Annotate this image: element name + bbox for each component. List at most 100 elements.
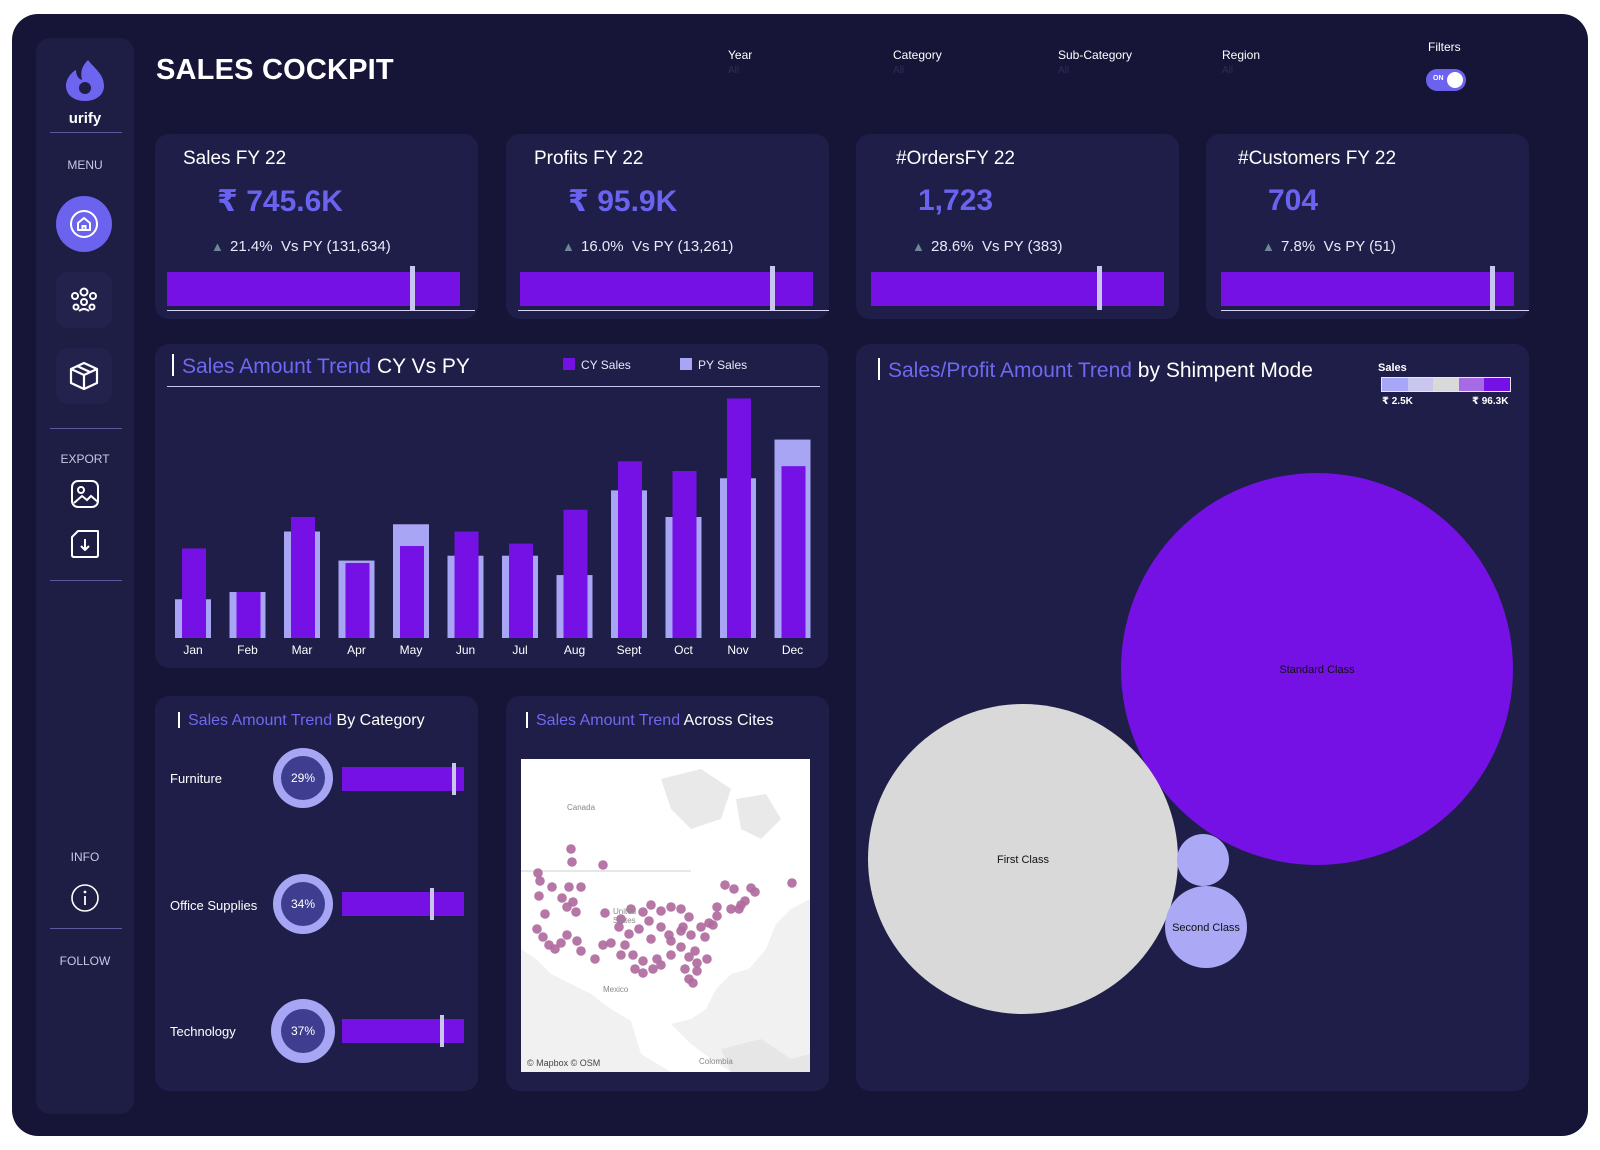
city-point[interactable]: [656, 922, 666, 932]
info-button[interactable]: [69, 882, 101, 914]
city-point[interactable]: [690, 946, 700, 956]
city-point[interactable]: [684, 912, 694, 922]
city-point[interactable]: [787, 878, 797, 888]
city-point[interactable]: [535, 876, 545, 886]
city-point[interactable]: [726, 904, 736, 914]
city-point[interactable]: [628, 950, 638, 960]
cy-sales-bar[interactable]: [563, 509, 588, 638]
city-point[interactable]: [566, 844, 576, 854]
city-point[interactable]: [700, 932, 710, 942]
category-bar[interactable]: [342, 892, 464, 916]
city-point[interactable]: [638, 956, 648, 966]
x-tick-label: Jan: [183, 643, 202, 657]
city-point[interactable]: [644, 916, 654, 926]
city-point[interactable]: [562, 930, 572, 940]
city-point[interactable]: [736, 900, 746, 910]
city-point[interactable]: [598, 860, 608, 870]
city-point[interactable]: [680, 964, 690, 974]
shipment-bubble[interactable]: [1177, 834, 1229, 886]
nav-home-button[interactable]: [56, 196, 112, 252]
filter-value[interactable]: All: [1058, 65, 1132, 76]
city-point[interactable]: [686, 930, 696, 940]
city-point[interactable]: [532, 924, 542, 934]
city-point[interactable]: [564, 882, 574, 892]
map-credit[interactable]: © Mapbox © OSM: [527, 1058, 600, 1068]
filters-toggle[interactable]: ON: [1426, 69, 1466, 91]
city-point[interactable]: [576, 946, 586, 956]
city-point[interactable]: [538, 932, 548, 942]
city-point[interactable]: [638, 968, 648, 978]
filter-year[interactable]: Year All: [728, 48, 752, 76]
city-point[interactable]: [571, 907, 581, 917]
city-point[interactable]: [656, 906, 666, 916]
filter-category[interactable]: Category All: [893, 48, 942, 76]
city-point[interactable]: [624, 929, 634, 939]
export-image-button[interactable]: [69, 478, 101, 510]
city-point[interactable]: [556, 938, 566, 948]
cy-sales-bar[interactable]: [781, 466, 806, 638]
cy-sales-bar[interactable]: [509, 543, 533, 638]
cy-sales-bar[interactable]: [236, 592, 261, 638]
cy-sales-bar[interactable]: [618, 461, 642, 638]
city-point[interactable]: [616, 950, 626, 960]
city-point[interactable]: [600, 908, 610, 918]
city-point[interactable]: [666, 936, 676, 946]
cities-map[interactable]: Canada United States Mexico Colombia © M…: [521, 759, 810, 1072]
cy-sales-bar[interactable]: [345, 562, 370, 638]
city-point[interactable]: [540, 909, 550, 919]
city-point[interactable]: [666, 902, 676, 912]
kpi-delta: ▲ 16.0% Vs PY (13,261): [562, 238, 733, 255]
cy-sales-bar[interactable]: [454, 531, 479, 638]
city-point[interactable]: [702, 954, 712, 964]
legend-cy-sales[interactable]: CY Sales: [563, 358, 631, 372]
city-point[interactable]: [688, 978, 698, 988]
bubble-label: Second Class: [1172, 922, 1240, 934]
export-file-button[interactable]: [69, 528, 101, 560]
filter-value[interactable]: All: [1222, 65, 1260, 76]
city-point[interactable]: [576, 882, 586, 892]
city-point[interactable]: [620, 940, 630, 950]
city-point[interactable]: [534, 891, 544, 901]
city-point[interactable]: [646, 934, 656, 944]
filter-region[interactable]: Region All: [1222, 48, 1260, 76]
city-point[interactable]: [720, 880, 730, 890]
city-point[interactable]: [750, 887, 760, 897]
city-point[interactable]: [547, 882, 557, 892]
follow-label[interactable]: FOLLOW: [36, 954, 134, 968]
city-point[interactable]: [606, 938, 616, 948]
cy-sales-bar[interactable]: [182, 548, 206, 638]
filter-value[interactable]: All: [728, 65, 752, 76]
nav-customers-button[interactable]: [56, 272, 112, 328]
city-point[interactable]: [567, 857, 577, 867]
cy-sales-bar[interactable]: [672, 471, 697, 638]
city-point[interactable]: [562, 902, 572, 912]
city-point[interactable]: [704, 918, 714, 928]
city-point[interactable]: [729, 884, 739, 894]
category-bar[interactable]: [342, 1019, 464, 1043]
cy-sales-bar[interactable]: [291, 517, 315, 638]
city-point[interactable]: [572, 936, 582, 946]
filter-sub-category[interactable]: Sub-Category All: [1058, 48, 1132, 76]
title-rest-text: CY Vs PY: [371, 355, 470, 378]
legend-py-sales[interactable]: PY Sales: [680, 358, 747, 372]
nav-products-button[interactable]: [56, 348, 112, 404]
city-point[interactable]: [656, 960, 666, 970]
city-point[interactable]: [646, 900, 656, 910]
cy-sales-bar[interactable]: [400, 546, 424, 638]
city-point[interactable]: [533, 868, 543, 878]
filter-value[interactable]: All: [893, 65, 942, 76]
city-point[interactable]: [666, 950, 676, 960]
category-bar[interactable]: [342, 767, 464, 791]
city-point[interactable]: [598, 940, 608, 950]
city-point[interactable]: [712, 911, 722, 921]
city-point[interactable]: [676, 904, 686, 914]
city-point[interactable]: [634, 924, 644, 934]
cy-sales-bar[interactable]: [727, 398, 751, 638]
city-point[interactable]: [692, 966, 702, 976]
city-point[interactable]: [712, 902, 722, 912]
city-point[interactable]: [678, 922, 688, 932]
city-point[interactable]: [590, 954, 600, 964]
title-rest-text: By Category: [332, 712, 425, 729]
city-point[interactable]: [676, 942, 686, 952]
city-point[interactable]: [557, 893, 567, 903]
